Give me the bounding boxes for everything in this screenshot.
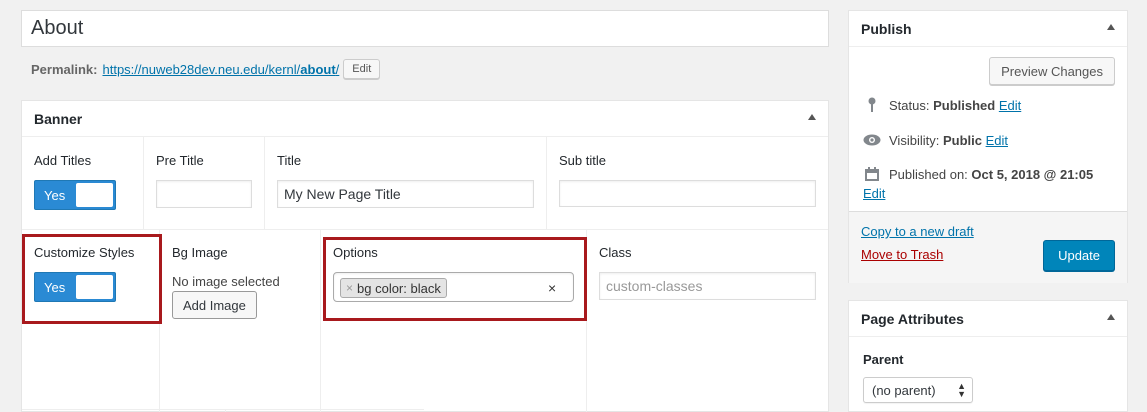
visibility-edit-link[interactable]: Edit <box>986 133 1008 148</box>
preview-changes-button[interactable]: Preview Changes <box>989 57 1115 85</box>
parent-select[interactable]: (no parent) ▲ ▼ <box>863 377 973 403</box>
pre-title-label: Pre Title <box>156 153 204 168</box>
col-divider <box>546 137 547 229</box>
visibility-row: Visibility: Public Edit <box>863 131 1008 149</box>
visibility-value: Public <box>942 132 982 148</box>
toggle-knob <box>76 183 113 207</box>
status-edit-link[interactable]: Edit <box>999 98 1021 113</box>
post-title-input[interactable]: About <box>21 10 829 47</box>
pin-icon <box>863 96 881 114</box>
col-divider <box>320 230 321 412</box>
highlight-box-customize-styles <box>22 234 162 324</box>
bg-image-label: Bg Image <box>172 245 228 260</box>
collapse-caret-icon[interactable] <box>808 114 816 120</box>
class-input-placeholder: custom-classes <box>606 278 703 294</box>
collapse-caret-icon[interactable] <box>1107 24 1115 30</box>
calendar-icon <box>863 165 881 183</box>
sub-title-label: Sub title <box>559 153 606 168</box>
bg-image-status: No image selected <box>172 274 280 289</box>
published-on-label: Published on: <box>889 166 968 182</box>
status-value: Published <box>933 97 996 113</box>
add-titles-label: Add Titles <box>34 153 92 168</box>
status-row: Status: Published Edit <box>863 96 1021 114</box>
permalink-link[interactable]: https://nuweb28dev.neu.edu/kernl/about/ <box>102 62 339 77</box>
page-attributes-metabox: Page Attributes Parent (no parent) ▲ ▼ <box>848 300 1128 412</box>
add-titles-toggle[interactable]: Yes <box>34 180 116 210</box>
select-arrows-icon: ▲ ▼ <box>957 381 966 399</box>
col-divider <box>264 137 265 229</box>
banner-metabox-header[interactable]: Banner <box>22 101 828 137</box>
visibility-label: Visibility: <box>889 132 940 148</box>
bottom-divider <box>22 409 424 410</box>
banner-title: Banner <box>34 110 83 127</box>
published-on-edit-link[interactable]: Edit <box>863 186 885 201</box>
collapse-caret-icon[interactable] <box>1107 314 1115 320</box>
move-to-trash-link[interactable]: Move to Trash <box>861 247 943 262</box>
publish-actions: Copy to a new draft Move to Trash Update <box>849 211 1127 283</box>
permalink-edit-button[interactable]: Edit <box>343 59 381 79</box>
publish-title: Publish <box>861 20 912 37</box>
add-titles-toggle-label: Yes <box>44 188 66 203</box>
permalink-label: Permalink: <box>31 61 98 77</box>
eye-icon <box>863 131 881 149</box>
sub-title-textarea[interactable] <box>559 180 816 207</box>
publish-metabox: Publish Preview Changes Status: Publishe… <box>848 10 1128 283</box>
class-label: Class <box>599 245 632 260</box>
parent-select-value: (no parent) <box>872 382 936 398</box>
status-label: Status: <box>889 97 930 113</box>
copy-draft-link[interactable]: Copy to a new draft <box>861 224 974 239</box>
page-attributes-title: Page Attributes <box>861 310 964 327</box>
published-on-row: Published on: Oct 5, 2018 @ 21:05 <box>863 165 1093 183</box>
published-on-value: Oct 5, 2018 @ 21:05 <box>971 166 1094 182</box>
published-on-edit-row: Edit <box>863 186 885 201</box>
update-button[interactable]: Update <box>1043 240 1115 271</box>
pre-title-input[interactable] <box>156 180 252 208</box>
class-input[interactable]: custom-classes <box>599 272 816 300</box>
page-attributes-header[interactable]: Page Attributes <box>849 301 1127 337</box>
permalink-bar: Permalink: https://nuweb28dev.neu.edu/ke… <box>31 56 381 82</box>
col-divider <box>143 137 144 229</box>
publish-metabox-header[interactable]: Publish <box>849 11 1127 47</box>
highlight-box-options <box>323 237 587 321</box>
title-label: Title <box>277 153 302 168</box>
title-input[interactable]: My New Page Title <box>277 180 534 208</box>
add-image-button[interactable]: Add Image <box>172 291 257 319</box>
banner-row-divider <box>22 229 828 230</box>
parent-label: Parent <box>863 352 904 367</box>
